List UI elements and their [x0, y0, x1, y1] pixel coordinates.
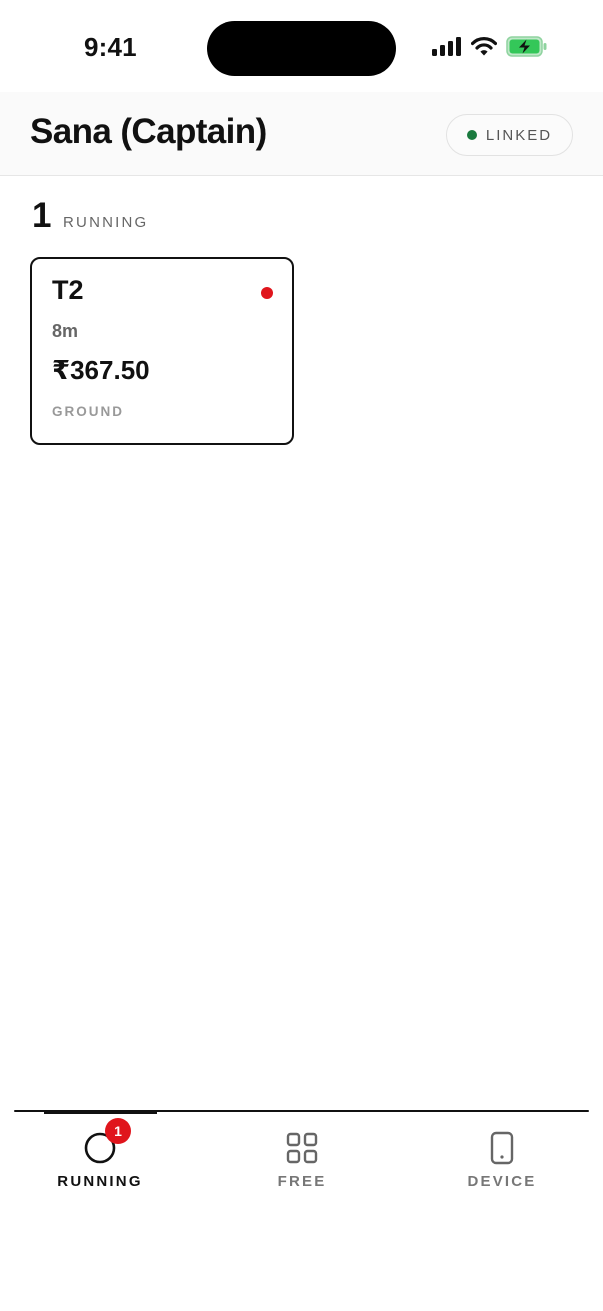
dynamic-island [207, 21, 396, 76]
status-icons [432, 36, 548, 62]
cellular-signal-icon [432, 37, 462, 61]
order-table-number: T2 [52, 275, 84, 305]
link-status-label: LINKED [485, 126, 553, 144]
active-tab-indicator [44, 1111, 157, 1114]
tab-device-label: DEVICE [467, 1173, 537, 1190]
app-header: Sana (Captain) LINKED [0, 92, 603, 176]
running-badge: 1 [105, 1118, 131, 1144]
tab-running-label: RUNNING [57, 1173, 143, 1190]
running-status-dot-icon [261, 287, 273, 299]
tab-running[interactable]: 1 RUNNING [30, 1118, 170, 1200]
status-time: 9:41 [84, 32, 137, 62]
circle-icon: 1 [83, 1118, 131, 1166]
running-section-label: RUNNING [63, 214, 149, 231]
order-duration: 8m [52, 321, 79, 341]
order-amount: ₹367.50 [52, 355, 150, 385]
tab-device[interactable]: DEVICE [432, 1130, 572, 1200]
tab-free[interactable]: FREE [232, 1130, 372, 1200]
grid-icon [286, 1130, 318, 1166]
link-status-badge[interactable]: LINKED [446, 114, 573, 156]
tab-free-label: FREE [277, 1173, 327, 1190]
order-area: GROUND [52, 404, 124, 419]
running-count: 1 [32, 196, 52, 235]
bottom-tab-bar: 1 RUNNING FREE DEVICE [0, 1110, 603, 1311]
running-order-card[interactable]: T2 8m ₹367.50 GROUND [30, 257, 294, 445]
link-status-dot-icon [466, 130, 477, 140]
phone-icon [490, 1130, 514, 1166]
status-bar: 9:41 [0, 0, 603, 92]
wifi-icon [470, 37, 498, 61]
battery-charging-icon [506, 36, 548, 62]
app-screen: 9:41 Sana (Captain) LINKED 1 RUNNING T2 … [0, 0, 603, 1311]
page-title: Sana (Captain) [30, 112, 267, 151]
